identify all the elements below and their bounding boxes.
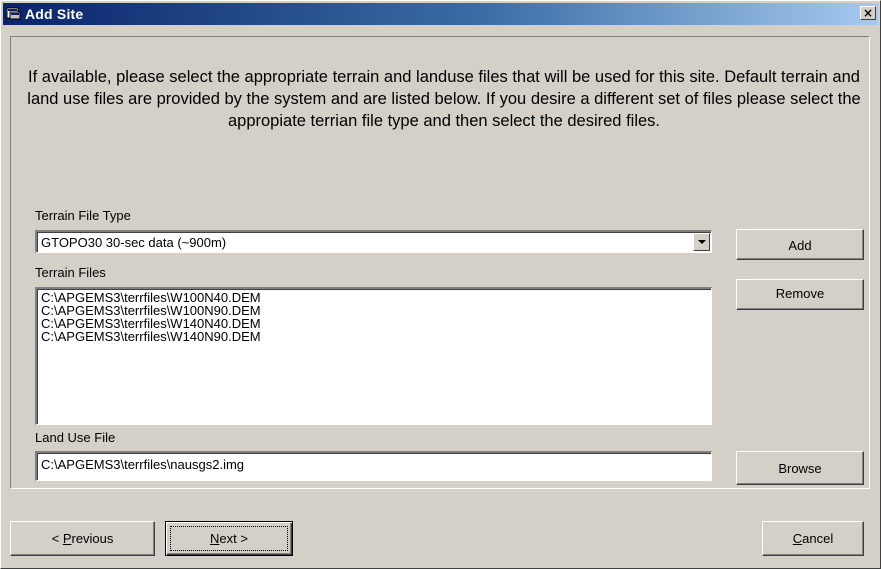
remove-button[interactable]: Remove [736, 279, 864, 310]
terrain-files-label: Terrain Files [35, 265, 106, 280]
cancel-button[interactable]: Cancel [762, 521, 864, 556]
add-button-label: Add [788, 238, 812, 253]
land-use-file-value: C:\APGEMS3\terrfiles\nausgs2.img [41, 457, 245, 472]
terrain-file-type-value: GTOPO30 30-sec data (~900m) [41, 235, 227, 250]
remove-button-label: Remove [775, 286, 825, 301]
terrain-file-type-label: Terrain File Type [35, 208, 131, 223]
previous-button-label: < Previous [51, 531, 114, 546]
instructions-text: If available, please select the appropri… [27, 68, 861, 130]
next-button[interactable]: Next > [165, 521, 293, 556]
previous-button[interactable]: < Previous [10, 521, 155, 556]
add-site-dialog: Add Site × If available, please select t… [0, 0, 881, 569]
chevron-down-icon[interactable] [693, 233, 710, 251]
list-item[interactable]: C:\APGEMS3\terrfiles\W140N90.DEM [41, 330, 261, 343]
land-use-file-field[interactable]: C:\APGEMS3\terrfiles\nausgs2.img [35, 451, 712, 481]
cancel-button-label: Cancel [792, 531, 834, 546]
close-icon[interactable]: × [860, 6, 876, 20]
title-bar[interactable]: Add Site × [3, 3, 878, 25]
window-title: Add Site [25, 6, 84, 22]
terrain-files-list[interactable]: C:\APGEMS3\terrfiles\W100N40.DEM C:\APGE… [35, 287, 712, 425]
browse-button-label: Browse [778, 461, 822, 476]
add-button[interactable]: Add [736, 229, 864, 260]
terrain-files-items: C:\APGEMS3\terrfiles\W100N40.DEM C:\APGE… [41, 291, 261, 343]
browse-button[interactable]: Browse [736, 451, 864, 485]
terrain-file-type-dropdown[interactable]: GTOPO30 30-sec data (~900m) [35, 230, 712, 253]
land-use-file-label: Land Use File [35, 430, 116, 445]
app-icon [6, 7, 21, 20]
next-button-label: Next > [210, 531, 248, 546]
